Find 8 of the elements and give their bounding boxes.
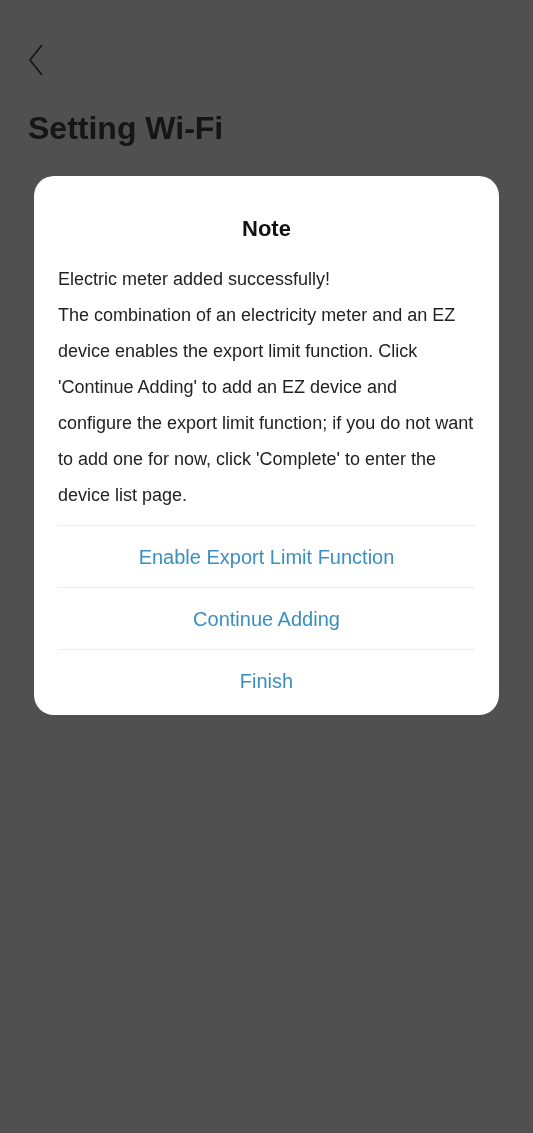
- dialog-title: Note: [241, 215, 292, 243]
- dialog-action-button[interactable]: Finish: [58, 649, 475, 711]
- dialog-action-button[interactable]: Continue Adding: [58, 587, 475, 649]
- dialog-message: Electric meter added successfully!: [58, 268, 332, 291]
- back-icon: [28, 43, 44, 77]
- dialog-action-button[interactable]: Enable Export Limit Function: [58, 525, 475, 587]
- page-title: Setting Wi-Fi: [28, 109, 225, 148]
- dialog-message: The combination of an electricity meter and an EZ device enables the export limit function. Click 'Continue Adding' to add an EZ device and configure the export limit function; if you do not want to add one for now, click 'Complete' to enter the device list page.: [58, 304, 475, 507]
